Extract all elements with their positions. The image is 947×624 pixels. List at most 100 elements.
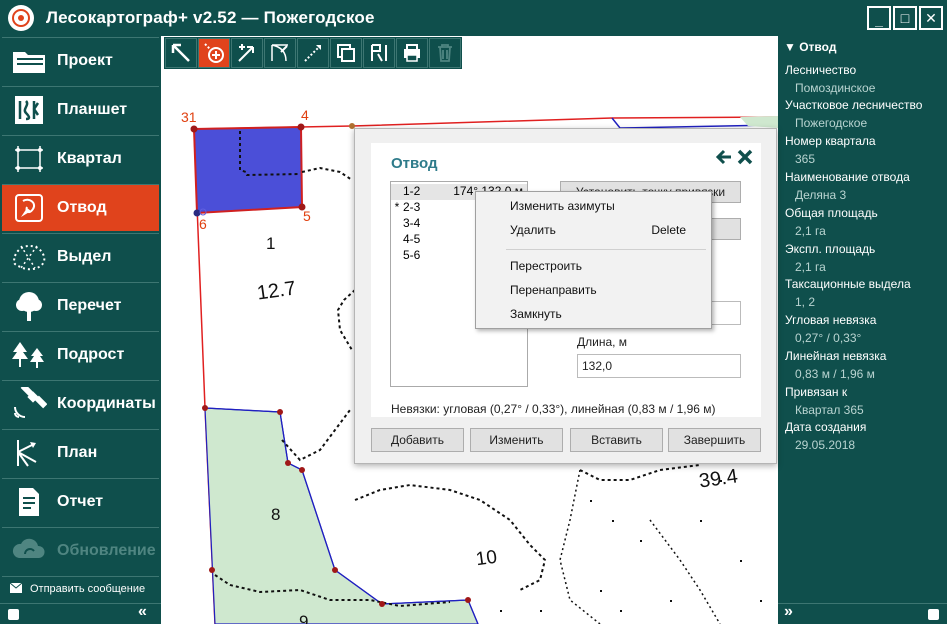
minimize-button[interactable]: _ — [867, 6, 891, 30]
back-arrow-icon[interactable] — [715, 149, 733, 170]
arc-tool-icon — [271, 44, 288, 62]
menu-item-redirect[interactable]: Перенаправить — [477, 279, 710, 301]
sidebar-item-label: Планшет — [57, 101, 128, 118]
select-tool-button[interactable] — [165, 38, 197, 68]
vertex-label-31: 31 — [181, 109, 197, 125]
cloud-sync-icon — [7, 531, 51, 571]
menu-item-edit-azimuths[interactable]: Изменить азимуты — [477, 195, 710, 217]
send-message-label: Отправить сообщение — [30, 583, 146, 595]
left-sidebar: Проект Планшет Квартал Отвод Выдел Переч… — [0, 36, 161, 624]
tree-icon — [7, 286, 51, 326]
envelope-icon — [9, 582, 23, 596]
title-bar: Лесокартограф+ v2.52 — Пожегодское _ □ ✕ — [0, 0, 947, 36]
trash-icon — [438, 44, 452, 62]
add-point-tool-button[interactable] — [198, 38, 230, 68]
allotment-plot — [192, 125, 304, 215]
prop-linear-misclosure: Линейная невязка 0,83 м / 1,96 м — [785, 349, 887, 381]
menu-item-rebuild[interactable]: Перестроить — [477, 255, 710, 277]
right-status-bar: » — [778, 603, 947, 624]
menu-item-delete[interactable]: Удалить Delete — [477, 219, 710, 241]
window-title: Лесокартограф+ v2.52 — Пожегодское — [46, 8, 375, 27]
prop-exploit-area: Экспл. площадь 2,1 га — [785, 242, 876, 274]
print-button[interactable] — [396, 38, 428, 68]
add-point-icon — [204, 43, 224, 63]
area-label-10: 10 — [474, 546, 499, 571]
line-tool-button[interactable] — [297, 38, 329, 68]
select-arrow-icon — [171, 43, 190, 62]
print-icon — [404, 44, 420, 62]
status-square-icon — [928, 609, 939, 620]
report-icon — [7, 482, 51, 522]
azimuth-field[interactable] — [710, 301, 741, 325]
prop-forestry: Лесничество Помоздинское — [785, 63, 876, 95]
copy-tool-icon — [337, 44, 355, 62]
misclosure-status: Невязки: угловая (0,27° / 0,33°), линейн… — [391, 402, 716, 416]
add-button[interactable]: Добавить — [371, 428, 464, 452]
prop-created-date: Дата создания 29.05.2018 — [785, 420, 867, 452]
compass-icon — [7, 188, 51, 228]
tablet-map-icon — [7, 90, 51, 130]
line-tool-icon — [304, 45, 321, 62]
collapse-sidebar-button[interactable]: « — [138, 603, 147, 621]
sidebar-item-label: Обновление — [57, 542, 156, 559]
vertex-label-6: 6 — [199, 216, 207, 232]
expand-panel-button[interactable]: » — [784, 603, 793, 621]
send-message-button[interactable]: Отправить сообщение — [2, 576, 159, 601]
sidebar-item-allotment[interactable]: Отвод — [2, 184, 159, 231]
text-tool-icon — [371, 44, 387, 62]
plan-lines-icon — [7, 433, 51, 473]
close-dialog-icon[interactable] — [737, 149, 753, 170]
copy-tool-button[interactable] — [330, 38, 362, 68]
sidebar-item-count[interactable]: Перечет — [2, 282, 159, 329]
finish-button[interactable]: Завершить — [668, 428, 761, 452]
text-tool-button[interactable] — [363, 38, 395, 68]
edit-button[interactable]: Изменить — [470, 428, 563, 452]
menu-separator — [506, 249, 706, 250]
sidebar-item-undergrowth[interactable]: Подрост — [2, 331, 159, 378]
prop-total-area: Общая площадь 2,1 га — [785, 206, 878, 238]
satellite-icon — [7, 384, 51, 424]
left-status-bar: « — [0, 603, 161, 624]
context-menu: Изменить азимуты Удалить Delete Перестрои… — [475, 191, 712, 329]
length-input[interactable]: 132,0 — [577, 354, 741, 378]
sidebar-item-project[interactable]: Проект — [2, 37, 159, 84]
sidebar-item-report[interactable]: Отчет — [2, 478, 159, 525]
properties-panel: ▼ Отвод Лесничество Помоздинское Участков… — [778, 36, 947, 624]
folder-icon — [7, 41, 51, 81]
sidebar-item-plan[interactable]: План — [2, 429, 159, 476]
close-button[interactable]: ✕ — [919, 6, 943, 30]
dotted-area-icon — [7, 237, 51, 277]
arc-tool-button[interactable] — [264, 38, 296, 68]
insert-button[interactable]: Вставить — [570, 428, 663, 452]
prop-allotment-name: Наименование отвода Деляна 3 — [785, 170, 910, 202]
delete-tool-button[interactable] — [429, 38, 461, 68]
sidebar-item-label: Подрост — [57, 346, 125, 363]
area-label-8: 8 — [271, 505, 281, 524]
prop-taxation-sections: Таксационные выдела 1, 2 — [785, 277, 911, 309]
prop-angular-misclosure: Угловая невязка 0,27° / 0,33° — [785, 313, 877, 345]
sidebar-item-label: Координаты — [57, 395, 156, 412]
sidebar-item-label: Выдел — [57, 248, 112, 265]
menu-item-close-polygon[interactable]: Замкнуть — [477, 303, 710, 325]
secondary-button[interactable] — [710, 218, 741, 240]
sidebar-item-update: Обновление — [2, 527, 159, 574]
sidebar-item-section[interactable]: Выдел — [2, 233, 159, 280]
sidebar-item-label: Квартал — [57, 150, 122, 167]
sidebar-item-label: План — [57, 444, 98, 461]
app-logo-icon — [8, 5, 34, 31]
sidebar-item-tablet[interactable]: Планшет — [2, 86, 159, 133]
sidebar-item-coordinates[interactable]: Координаты — [2, 380, 159, 427]
sidebar-item-label: Проект — [57, 52, 113, 69]
vertex-label-4: 4 — [301, 107, 309, 123]
dialog-title: Отвод — [391, 155, 438, 172]
sidebar-item-label: Отвод — [57, 199, 107, 216]
sidebar-item-quarter[interactable]: Квартал — [2, 135, 159, 182]
maximize-button[interactable]: □ — [893, 6, 917, 30]
panel-header[interactable]: ▼ Отвод — [784, 40, 836, 54]
move-point-icon — [238, 44, 254, 62]
move-point-tool-button[interactable] — [231, 38, 263, 68]
status-square-icon — [8, 609, 19, 620]
sidebar-item-label: Отчет — [57, 493, 104, 510]
prop-bound-to: Привязан к Квартал 365 — [785, 385, 864, 417]
prop-local-forestry: Участковое лесничество Пожегодское — [785, 98, 923, 130]
